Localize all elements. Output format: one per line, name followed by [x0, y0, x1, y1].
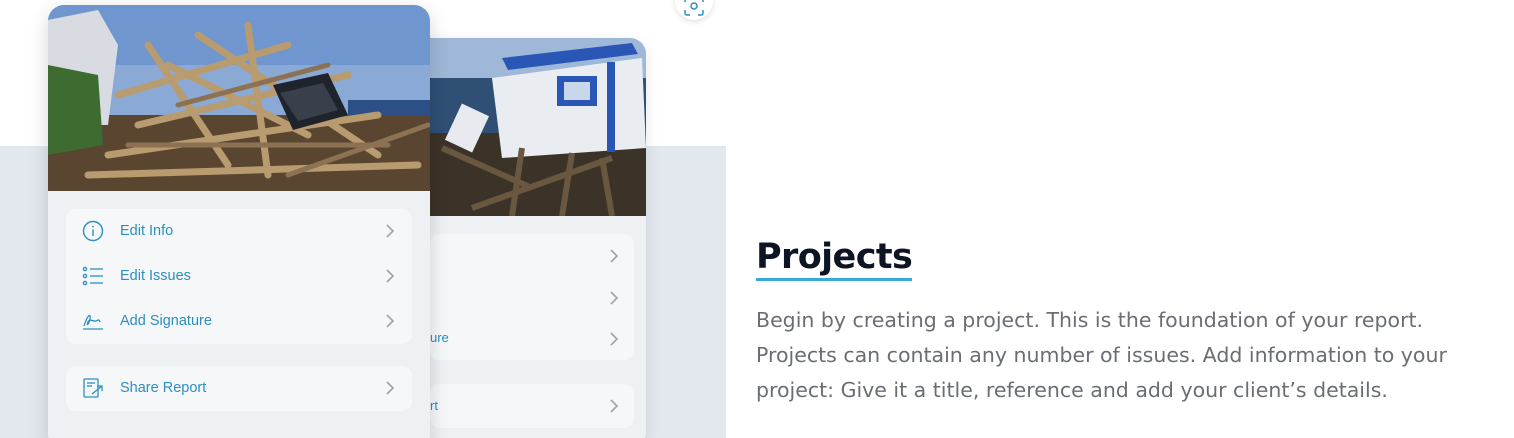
feature-illustration: ure rt Edit Info Edit Issues Add Signatu… — [0, 0, 726, 438]
back-phone-card: ure rt — [412, 38, 646, 438]
edit-info-label: Edit Info — [120, 223, 174, 239]
back-menu-group: ure — [430, 234, 634, 360]
chevron-right-icon — [610, 249, 618, 263]
share-report-row[interactable]: Share Report — [66, 366, 412, 411]
chevron-right-icon — [386, 381, 394, 395]
add-signature-row[interactable]: Add Signature — [66, 299, 412, 344]
back-menu-partial-label: ure — [430, 330, 449, 345]
storm-debris-photo — [48, 5, 430, 191]
section-title: Projects — [756, 236, 913, 281]
signature-icon — [83, 314, 103, 330]
edit-issues-row[interactable]: Edit Issues — [66, 254, 412, 299]
edit-issues-label: Edit Issues — [120, 268, 191, 284]
chevron-right-icon — [386, 269, 394, 283]
back-share-partial-label: rt — [430, 398, 438, 413]
share-report-label: Share Report — [120, 380, 207, 396]
share-group: Share Report — [66, 366, 412, 411]
camera-scan-icon — [684, 0, 704, 16]
info-circle-icon — [82, 220, 104, 242]
scan-button[interactable] — [675, 0, 713, 20]
back-share-group: rt — [430, 384, 634, 428]
projects-section: Projects Begin by creating a project. Th… — [756, 236, 1476, 408]
list-icon — [82, 266, 103, 286]
edit-info-row[interactable]: Edit Info — [66, 209, 412, 254]
damaged-dock-photo — [412, 38, 646, 216]
front-phone-card: Edit Info Edit Issues Add Signature Shar… — [48, 5, 430, 438]
chevron-right-icon — [386, 224, 394, 238]
project-menu-group: Edit Info Edit Issues Add Signature — [66, 209, 412, 344]
chevron-right-icon — [386, 314, 394, 328]
chevron-right-icon — [610, 399, 618, 413]
share-report-icon — [83, 378, 103, 398]
section-description: Begin by creating a project. This is the… — [756, 308, 1447, 402]
chevron-right-icon — [610, 332, 618, 346]
add-signature-label: Add Signature — [120, 313, 212, 329]
chevron-right-icon — [610, 291, 618, 305]
